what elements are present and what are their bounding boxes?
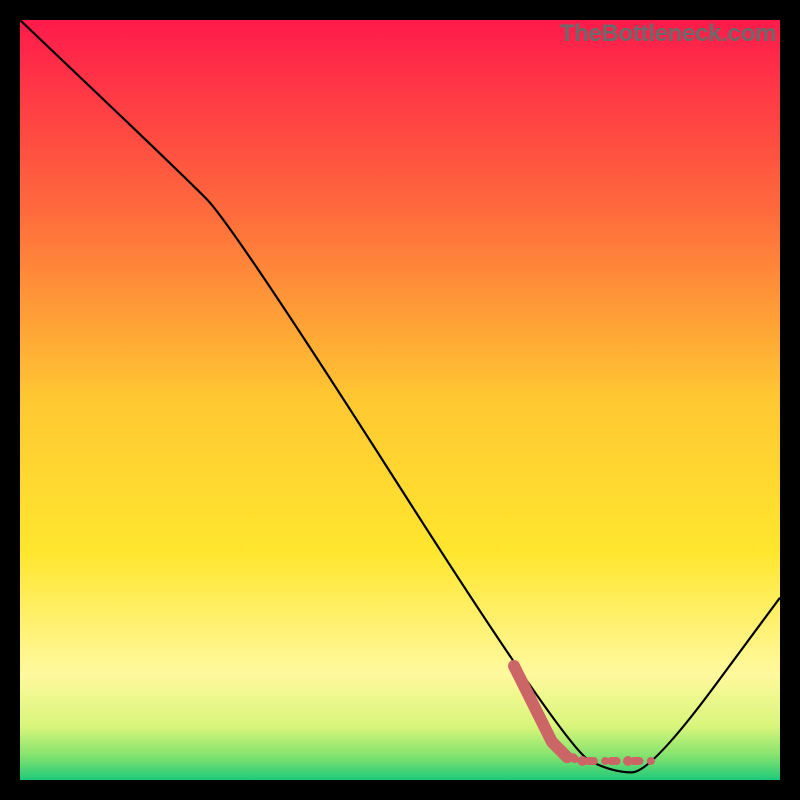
gradient-background	[20, 20, 780, 780]
chart-frame: TheBottleneck.com	[20, 20, 780, 780]
chart-plot	[20, 20, 780, 780]
